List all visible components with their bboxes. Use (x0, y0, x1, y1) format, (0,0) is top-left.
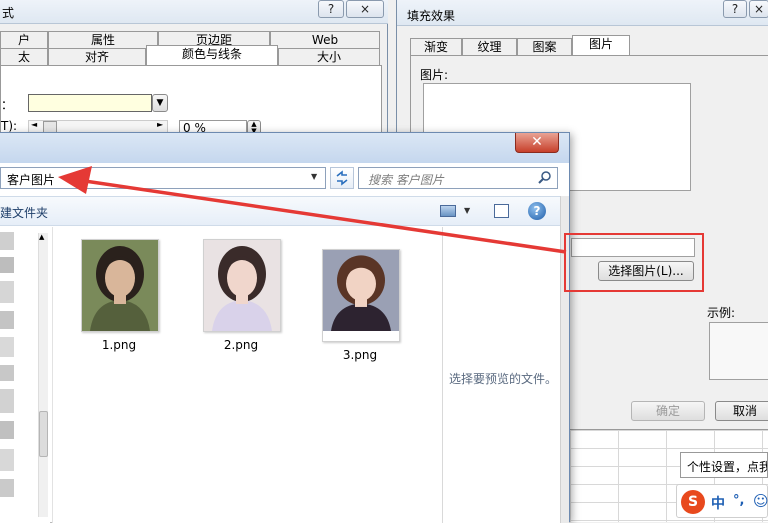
cancel-button[interactable]: 取消 (715, 401, 768, 421)
tab-alignment[interactable]: 对齐 (48, 48, 146, 65)
nav-item-blurred[interactable] (0, 421, 14, 439)
portrait-image (204, 240, 280, 331)
file-name: 1.png (101, 338, 137, 352)
refresh-icon (336, 170, 348, 186)
new-folder-button[interactable]: 建文件夹 (0, 204, 48, 221)
file-thumbnail[interactable] (81, 239, 159, 332)
file-item-1[interactable]: 1.png (81, 239, 169, 352)
portrait-face (105, 259, 135, 297)
slider-left-arrow-icon[interactable]: ◄ (31, 120, 37, 129)
file-thumbnail[interactable] (203, 239, 281, 332)
file-name: 2.png (223, 338, 259, 352)
refresh-button[interactable] (330, 167, 354, 189)
nav-item-blurred[interactable] (0, 257, 14, 273)
nav-item-blurred[interactable] (0, 365, 14, 381)
portrait-face (227, 259, 257, 297)
nav-item-blurred[interactable] (0, 389, 14, 413)
tab-pattern[interactable]: 图案 (517, 38, 572, 55)
scroll-up-icon[interactable]: ▲ (39, 233, 44, 241)
sogou-logo-icon[interactable]: S (681, 490, 705, 514)
color-label: ： (1, 98, 14, 112)
close-button[interactable]: × (749, 0, 768, 18)
portrait-face (346, 266, 376, 301)
file-name: 3.png (342, 348, 378, 362)
file-dialog-close-button[interactable]: ✕ (515, 133, 559, 153)
nav-scrollbar[interactable]: ▲ (38, 233, 48, 517)
tab-web[interactable]: Web (270, 31, 380, 48)
tab-colors-and-lines[interactable]: 颜色与线条 (146, 45, 278, 65)
file-dialog-toolbar: 建文件夹 ▼ ? (0, 196, 560, 226)
view-dropdown-icon[interactable]: ▼ (464, 206, 470, 215)
tooltip: 个性设置，点我 (680, 452, 768, 478)
search-input[interactable]: 搜索 客户图片 (358, 167, 558, 189)
ime-toolbar[interactable]: S 中 °, ☺ (676, 484, 768, 518)
preview-pane: 选择要预览的文件。 (442, 227, 560, 523)
tab-partial-2[interactable]: 太 (0, 48, 48, 65)
highlight-box (564, 233, 704, 292)
open-file-dialog: ✕ 客户图片 ▼ 搜索 客户图片 建文件夹 ▼ ? ▲ 1.png 2.png … (0, 132, 570, 523)
address-bar[interactable]: 客户图片 ▼ (0, 167, 326, 189)
ime-punctuation[interactable]: °, (733, 493, 744, 508)
transparency-label: T): (1, 119, 18, 133)
tab-properties[interactable]: 属性 (48, 31, 158, 48)
file-thumbnail[interactable] (322, 249, 400, 342)
nav-item-blurred[interactable] (0, 337, 14, 357)
nav-item-blurred[interactable] (0, 479, 14, 497)
address-dropdown-icon[interactable]: ▼ (311, 172, 317, 181)
file-item-3[interactable]: 3.png (322, 249, 410, 362)
color-dropdown-button[interactable]: ▼ (152, 94, 168, 112)
close-button[interactable]: × (346, 0, 384, 18)
nav-item-blurred[interactable] (0, 232, 14, 250)
tab-gradient[interactable]: 渐变 (410, 38, 462, 55)
sample-label: 示例: (707, 306, 736, 320)
file-item-2[interactable]: 2.png (203, 239, 291, 352)
chevron-down-icon: ▼ (156, 98, 164, 108)
tab-size[interactable]: 大小 (278, 48, 380, 65)
address-path[interactable]: 客户图片 (7, 173, 55, 187)
nav-item-blurred[interactable] (0, 449, 14, 471)
view-icon[interactable] (440, 205, 456, 217)
picture-label: 图片: (420, 68, 449, 82)
tab-partial[interactable]: 户 (0, 31, 48, 48)
ime-emoji-icon[interactable]: ☺ (753, 492, 768, 510)
nav-scrollbar-thumb[interactable] (39, 411, 48, 457)
portrait-image (82, 240, 158, 331)
slider-right-arrow-icon[interactable]: ► (157, 120, 163, 129)
help-icon[interactable]: ? (528, 202, 546, 220)
portrait-image (323, 250, 399, 331)
file-list: 1.png 2.png 3.png (52, 227, 442, 523)
tab-texture[interactable]: 纹理 (462, 38, 517, 55)
fill-effects-title: 填充效果 (397, 0, 768, 26)
fill-color-swatch[interactable] (28, 94, 152, 112)
ime-mode-chinese[interactable]: 中 (711, 493, 725, 513)
file-dialog-titlebar (0, 133, 569, 163)
nav-item-blurred[interactable] (0, 311, 14, 329)
nav-item-blurred[interactable] (0, 281, 14, 303)
preview-message: 选择要预览的文件。 (449, 372, 558, 386)
tab-picture[interactable]: 图片 (572, 35, 630, 55)
sample-preview-box (709, 322, 768, 380)
preview-pane-icon[interactable] (494, 204, 509, 218)
help-button[interactable]: ? (318, 0, 344, 18)
navigation-pane: ▲ (0, 227, 50, 523)
help-button[interactable]: ? (723, 0, 747, 18)
search-icon[interactable] (538, 170, 552, 187)
ok-button[interactable]: 确定 (631, 401, 705, 421)
format-dialog: 式 ? × 户 属性 页边距 Web 太 对齐 颜色与线条 大小 ： ▼ T):… (0, 0, 388, 150)
